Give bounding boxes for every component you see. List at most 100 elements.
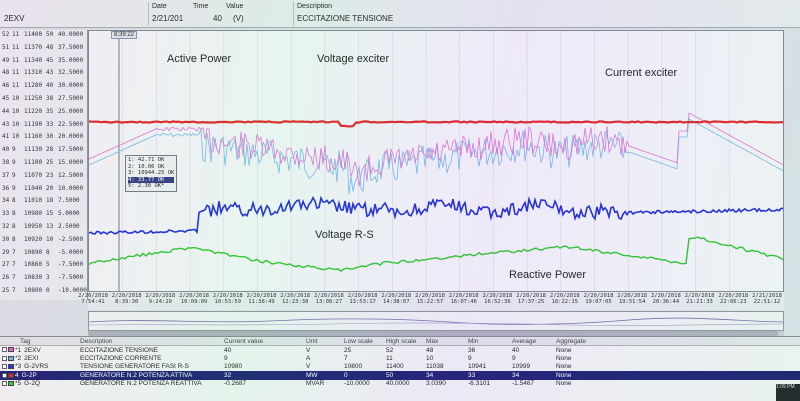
table-row[interactable]: *3 G-2VRS TENSIONE GENERATORE FASI R-S 1098… <box>0 363 800 372</box>
axis-tick-label: 10980 <box>24 210 43 218</box>
col-average[interactable]: Average <box>510 337 554 346</box>
axis-tick-label: 29 <box>2 248 10 256</box>
series-color-swatch <box>8 347 14 353</box>
tag-index: 4 <box>15 371 19 379</box>
cell-avg: -1.5467 <box>512 380 535 388</box>
axis-tick-label: 11280 <box>24 82 43 90</box>
trend-viewer-window: 2EXV Date Time 2/21/201 Value 40 (V) Des… <box>0 0 800 401</box>
annotation-active-power: Active Power <box>167 53 232 65</box>
cursor-time-label[interactable]: 8:39:22 <box>111 31 138 39</box>
axis-tick-label: 28 <box>46 146 54 154</box>
axis-tick-label: 10920 <box>24 235 43 243</box>
axis-tick-label: 9 <box>12 159 16 166</box>
axis-tick-label: 11 <box>12 56 20 64</box>
axis-tick-label: 2.5000 <box>58 223 80 230</box>
axis-row: 29 7 10890 8 -5.0000 <box>0 249 88 259</box>
axis-tick-label: 8 <box>12 235 16 243</box>
axis-tick-label: 11250 <box>24 95 43 102</box>
col-unit[interactable]: Unit <box>304 337 342 346</box>
series-color-swatch <box>8 355 14 361</box>
col-aggregate[interactable]: Aggregate <box>554 337 800 346</box>
axis-tick-label: 17.5000 <box>58 146 84 154</box>
cell-agg: None <box>556 380 572 388</box>
visibility-checkbox[interactable] <box>2 355 7 361</box>
axis-row: 49 11 11340 45 35.0000 <box>0 57 88 67</box>
axis-tick-label: 7 <box>12 248 16 256</box>
cell-cur: -0.2687 <box>224 380 247 388</box>
axis-row: 51 11 11370 48 37.5000 <box>0 44 88 54</box>
axis-tick-label: 50 <box>46 31 54 38</box>
current-exciter-line <box>89 118 783 195</box>
axis-tick-label: 33 <box>2 210 10 218</box>
visibility-checkbox[interactable] <box>2 381 7 387</box>
axis-tick-label: 10 <box>12 107 20 115</box>
axis-tick-label: 11310 <box>24 69 43 77</box>
axis-tick-label: 10 <box>12 133 20 141</box>
visibility-checkbox[interactable] <box>2 364 7 370</box>
time-axis: 2/20/2018 7:54:41 2/20/2018 8:39:30 2/20/201… <box>78 292 784 310</box>
axis-tick-label: 10 <box>46 235 54 243</box>
axis-tick-label: 11 <box>12 69 20 77</box>
tag-label: G-2Q <box>24 380 41 388</box>
cell-low: -10.0000 <box>344 380 370 388</box>
axis-tick-label: 33 <box>46 120 54 128</box>
axis-row: 30 8 10920 10 -2.5000 <box>0 236 88 246</box>
axis-tick-label: 23 <box>46 171 54 179</box>
value-header: Value <box>226 3 244 10</box>
axis-tick-label: -7.5000 <box>58 261 84 269</box>
cell-max: 11038 <box>426 363 444 371</box>
col-low-scale[interactable]: Low scale <box>342 337 384 346</box>
trend-plot[interactable]: 8:39:22 1: 42.71 OK 2: 10.06 OK 3: 10944… <box>88 30 784 292</box>
cell-desc: ECCITAZIONE CORRENTE <box>80 354 162 362</box>
axis-tick-label: 49 <box>2 56 10 64</box>
axis-tick-label: 11130 <box>24 146 43 154</box>
axis-tick-label: 27 <box>2 261 10 269</box>
col-description[interactable]: Description <box>78 337 222 346</box>
taskbar-clock[interactable]: 1:09 PM <box>776 384 800 401</box>
axis-tick-label: 10 <box>12 95 20 102</box>
axis-tick-label: 3 <box>46 274 50 282</box>
overview-strip[interactable] <box>88 311 784 331</box>
series-color-swatch <box>8 364 14 370</box>
axis-tick-label: 9 <box>12 171 16 179</box>
axis-tick-label: 35 <box>46 107 54 115</box>
axis-row: 32 8 10950 13 2.5000 <box>0 223 88 233</box>
axis-tick-label: 43 <box>2 120 10 128</box>
axis-row: 33 8 10980 15 5.0000 <box>0 210 88 220</box>
value-unit: (V) <box>233 14 244 23</box>
cell-desc: TENSIONE GENERATORE FASI R-S <box>80 363 189 371</box>
cell-cur: 9 <box>224 354 228 362</box>
table-row[interactable]: *1 2EXV ECCITAZIONE TENSIONE 40 V 25 52 48 36 40 N… <box>0 346 800 355</box>
col-current-value[interactable]: Current value <box>222 337 304 346</box>
visibility-checkbox[interactable] <box>2 347 7 353</box>
cell-avg: 34 <box>510 371 554 380</box>
series-color-swatch <box>8 381 14 387</box>
overview-trend <box>88 317 784 326</box>
col-high-scale[interactable]: High scale <box>384 337 424 346</box>
axis-row: 44 10 11220 35 25.0000 <box>0 108 88 118</box>
axis-tick-label: 10950 <box>24 223 43 230</box>
col-min[interactable]: Min <box>466 337 510 346</box>
tag-index: *1 <box>15 346 22 354</box>
col-tag[interactable]: Tag <box>0 337 78 346</box>
table-row[interactable]: *5 G-2Q GENERATORE N.2 POTENZA REATTIVA -0.… <box>0 380 800 389</box>
table-row[interactable]: *2 2EXI ECCITAZIONE CORRENTE 9 A 7 11 10 9 9 None <box>0 354 800 363</box>
visibility-checkbox[interactable] <box>2 372 7 378</box>
cell-min: 36 <box>468 346 476 354</box>
cell-avg: 9 <box>512 354 516 362</box>
cell-low: 25 <box>344 346 352 354</box>
date-value: 2/21/201 <box>152 14 184 23</box>
axis-tick-label: 20.0000 <box>58 133 84 141</box>
axis-tick-label: 51 <box>2 43 10 51</box>
axis-tick-label: 36 <box>2 184 10 192</box>
readout-line-5: 5: 2.30 OK* <box>128 183 165 189</box>
axis-row: 27 7 10860 5 -7.5000 <box>0 261 88 271</box>
axis-tick-label: -5.0000 <box>58 248 84 256</box>
cell-agg: None <box>556 346 572 354</box>
axis-tick-label: 11340 <box>24 56 43 64</box>
table-row[interactable]: 4 G-2P GENERATORE N.2 POTENZA ATTIVA 32 MW 0 5… <box>0 371 800 380</box>
col-max[interactable]: Max <box>424 337 466 346</box>
cell-unit: V <box>306 363 311 371</box>
tag-cell: *1 2EXV <box>0 346 78 355</box>
annotation-current-exciter: Current exciter <box>605 67 678 79</box>
